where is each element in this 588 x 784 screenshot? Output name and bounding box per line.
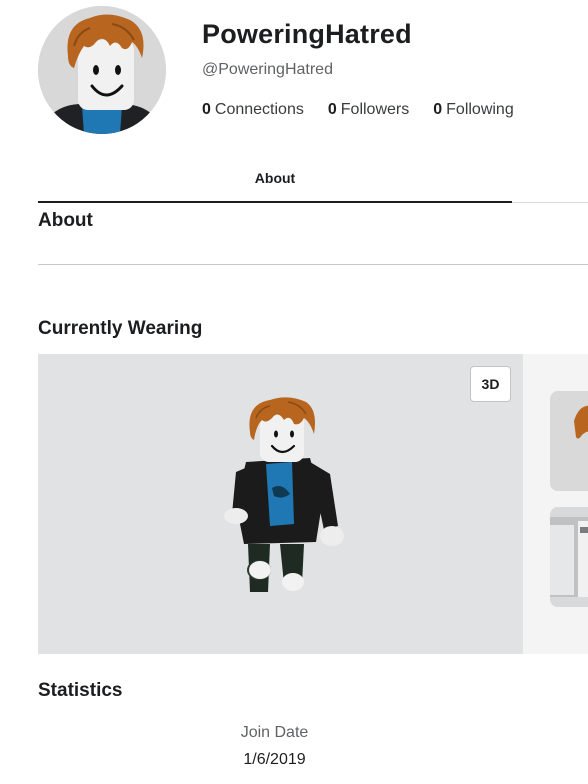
stat-following[interactable]: 0 Following	[433, 101, 514, 119]
currently-wearing-title: Currently Wearing	[38, 318, 203, 339]
stat-label: Connections	[214, 101, 304, 118]
stat-followers[interactable]: 0 Followers	[328, 101, 409, 119]
about-divider	[38, 264, 588, 265]
active-tab-indicator	[38, 201, 512, 203]
tab-divider	[512, 202, 588, 203]
avatar-3d-viewer[interactable]	[38, 354, 523, 654]
stat-connections[interactable]: 0 Connections	[202, 101, 304, 119]
about-section-title: About	[38, 210, 93, 231]
statistics-title: Statistics	[38, 680, 123, 701]
stat-count: 0	[433, 101, 443, 118]
join-date-value: 1/6/2019	[243, 751, 306, 768]
wearing-item-hair[interactable]	[550, 391, 588, 491]
username: @PoweringHatred	[202, 61, 333, 78]
stat-label: Followers	[340, 101, 410, 118]
clothing-item-icon	[550, 507, 588, 607]
tab-about[interactable]: About	[38, 170, 512, 186]
join-date-label: Join Date	[240, 724, 309, 741]
stat-count: 0	[202, 101, 211, 118]
view-3d-toggle-button[interactable]: 3D	[470, 366, 511, 402]
hair-item-icon	[550, 391, 588, 491]
display-name: PoweringHatred	[202, 19, 412, 49]
profile-stats: 0 Connections 0 Followers 0 Following	[202, 101, 538, 119]
stat-count: 0	[327, 101, 337, 118]
wearing-item-clothing[interactable]	[550, 507, 588, 607]
profile-avatar[interactable]	[38, 6, 166, 134]
avatar-headshot-image	[38, 6, 166, 134]
stat-label: Following	[446, 101, 514, 118]
avatar-full-body-image	[224, 397, 344, 592]
